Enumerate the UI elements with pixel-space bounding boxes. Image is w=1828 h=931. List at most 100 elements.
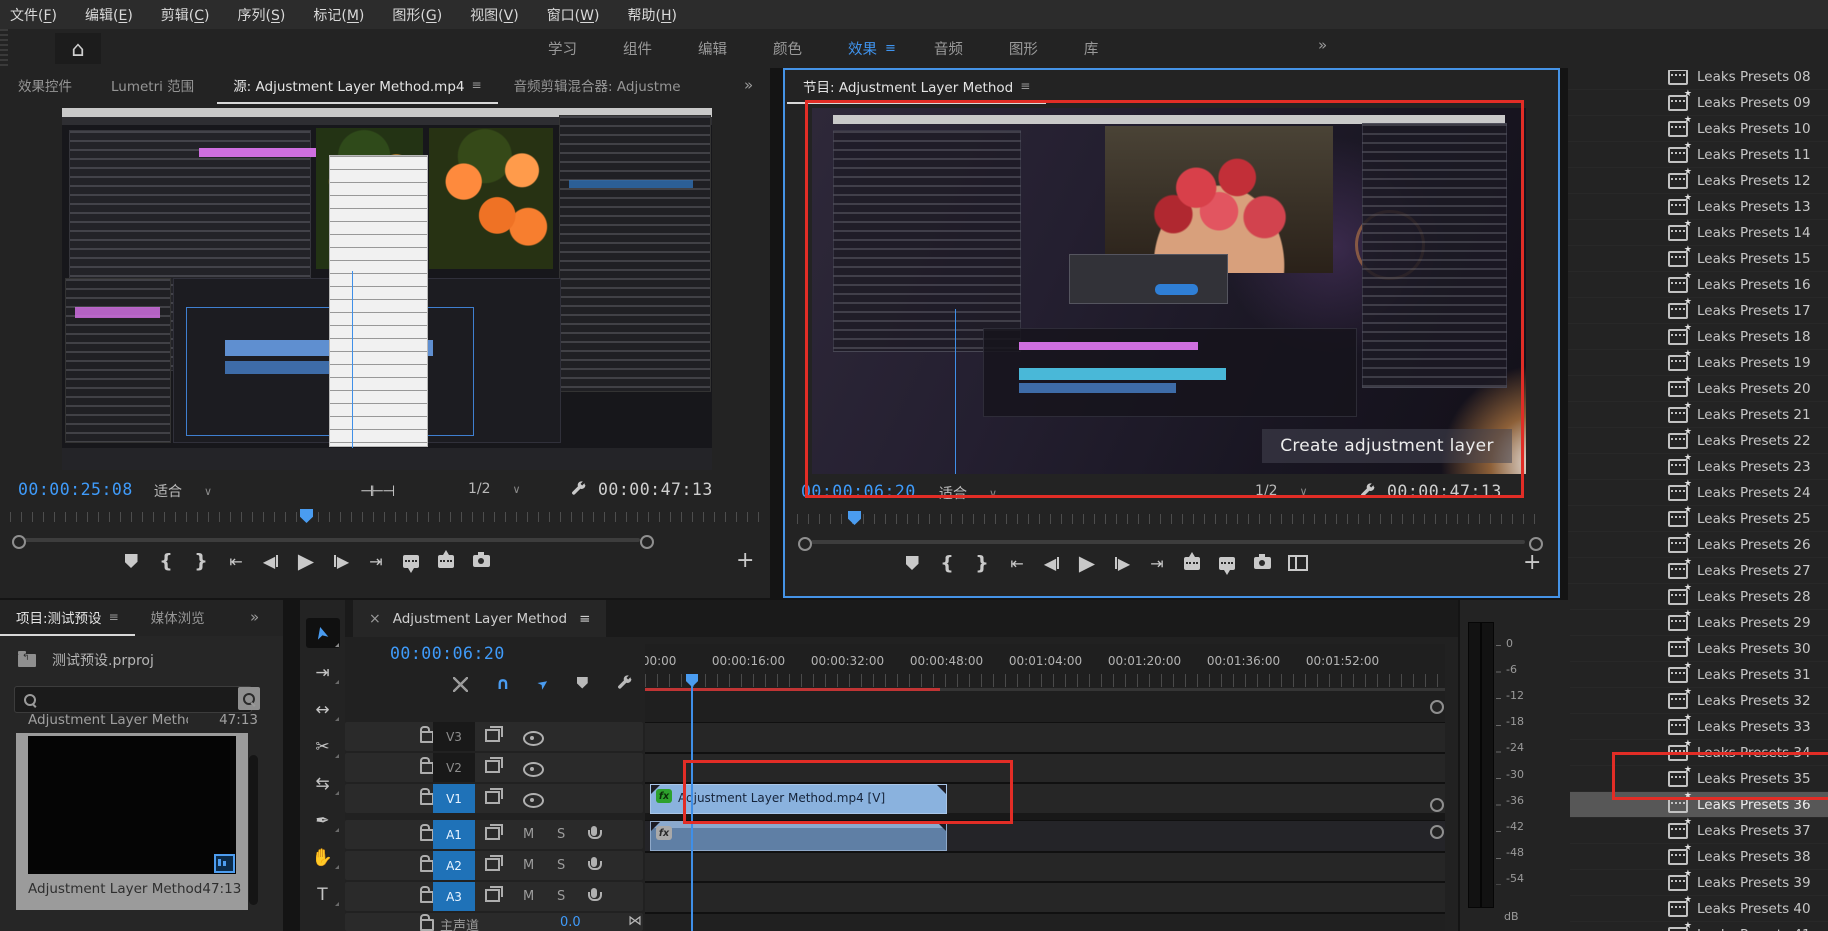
project-scrollbar[interactable] (249, 755, 258, 905)
close-icon[interactable]: × (369, 611, 381, 627)
preset-item[interactable]: ★Leaks Presets 32 (1568, 687, 1828, 713)
preset-item[interactable]: ★Leaks Presets 26 (1568, 531, 1828, 557)
tab-program-monitor[interactable]: 节目: Adjustment Layer Method≡ (787, 70, 1046, 104)
play-button[interactable]: ▶ (1078, 552, 1096, 574)
linked-selection-icon[interactable]: ➤ (534, 675, 552, 694)
track-header-a2[interactable]: A2 M S (345, 851, 643, 880)
preset-item[interactable]: ★Leaks Presets 29 (1568, 609, 1828, 635)
razor-tool[interactable]: ✂ (306, 735, 340, 759)
preset-item[interactable]: ★Leaks Presets 39 (1568, 869, 1828, 895)
source-settings-wrench-icon[interactable] (570, 480, 587, 501)
menu-item[interactable]: 序列(S) (238, 5, 286, 25)
source-zoom-select[interactable]: 适合∨ (146, 479, 220, 503)
mute-button[interactable]: M (523, 820, 534, 849)
panel-tabs-overflow[interactable]: » (250, 608, 259, 626)
workspace-tab-color[interactable]: 颜色 (773, 38, 810, 59)
sync-lock-icon[interactable] (485, 729, 500, 742)
zoom-handle-left[interactable] (12, 535, 26, 549)
preset-item[interactable]: ★Leaks Presets 25 (1568, 505, 1828, 531)
go-to-out-button[interactable]: ⇥ (1148, 552, 1166, 574)
tab-project[interactable]: 项目:测试预设≡ (0, 600, 135, 636)
mark-out-button[interactable]: } (192, 550, 210, 572)
mark-in-button[interactable]: { (157, 550, 175, 572)
program-scrubber[interactable] (797, 514, 1545, 524)
add-marker-icon[interactable] (577, 677, 588, 693)
track-select-forward-tool[interactable]: ⇥ (306, 661, 340, 685)
preset-item[interactable]: ★Leaks Presets 41 (1568, 921, 1828, 931)
preset-item[interactable]: ★Leaks Presets 18 (1568, 323, 1828, 349)
menu-item[interactable]: 文件(F) (10, 5, 57, 25)
menu-item[interactable]: 标记(M) (313, 5, 364, 25)
track-header-a3[interactable]: A3 M S (345, 882, 643, 911)
preset-item[interactable]: ★Leaks Presets 20 (1568, 375, 1828, 401)
add-marker-button[interactable] (903, 552, 921, 574)
track-header-v2[interactable]: V2 (345, 753, 643, 782)
preset-item[interactable]: ★Leaks Presets 12 (1568, 167, 1828, 193)
master-level-value[interactable]: 0.0 (560, 915, 581, 930)
workspace-tab-effects[interactable]: 效果≡ (848, 38, 896, 59)
sync-lock-icon[interactable] (485, 889, 500, 902)
preset-item[interactable]: ★Leaks Presets 23 (1568, 453, 1828, 479)
preset-item[interactable]: ★Leaks Presets 21 (1568, 401, 1828, 427)
timeline-scroll-handle[interactable] (1430, 825, 1444, 839)
step-back-button[interactable]: ◀ (1043, 552, 1061, 574)
workspace-tab-learn[interactable]: 学习 (548, 38, 585, 59)
step-forward-button[interactable]: ▶ (332, 550, 350, 572)
lock-icon[interactable] (420, 829, 434, 841)
preset-item[interactable]: ★Leaks Presets 37 (1568, 817, 1828, 843)
preset-item[interactable]: ★Leaks Presets 19 (1568, 349, 1828, 375)
export-frame-button[interactable] (1253, 552, 1271, 574)
tab-lumetri-scopes[interactable]: Lumetri 范围 (95, 68, 217, 104)
preset-item[interactable]: ★Leaks Presets 27 (1568, 557, 1828, 583)
lock-icon[interactable] (420, 919, 434, 931)
type-tool[interactable]: T (306, 883, 340, 907)
step-forward-button[interactable]: ▶ (1113, 552, 1131, 574)
mute-button[interactable]: M (523, 882, 534, 911)
go-to-out-button[interactable]: ⇥ (367, 550, 385, 572)
zoom-handle-right[interactable] (1529, 537, 1543, 551)
source-button-editor-plus[interactable]: + (736, 548, 754, 573)
sync-lock-icon[interactable] (485, 827, 500, 840)
source-zoom-scrollbar[interactable] (24, 538, 640, 542)
workspace-tab-audio[interactable]: 音频 (934, 38, 971, 59)
panel-tabs-overflow[interactable]: » (744, 76, 753, 94)
timeline-scroll-handle[interactable] (1430, 700, 1444, 714)
preset-item[interactable]: ★Leaks Presets 16 (1568, 271, 1828, 297)
ripple-edit-tool[interactable]: ↔ (306, 698, 340, 722)
audio-clip[interactable]: fx (650, 821, 947, 851)
project-search-input[interactable] (14, 686, 252, 713)
solo-button[interactable]: S (557, 882, 565, 911)
export-frame-button[interactable] (472, 550, 490, 572)
track-header-v3[interactable]: V3 (345, 722, 643, 751)
eye-icon[interactable] (523, 731, 544, 746)
preset-item[interactable]: ★Leaks Presets 17 (1568, 297, 1828, 323)
workspace-tab-assembly[interactable]: 组件 (623, 38, 660, 59)
extract-button[interactable] (1218, 552, 1236, 574)
menu-item[interactable]: 剪辑(C) (161, 5, 210, 25)
preset-item[interactable]: ★Leaks Presets 09 (1568, 89, 1828, 115)
slip-tool[interactable]: ⇆ (306, 772, 340, 796)
project-breadcrumb[interactable]: 测试预设.prproj (18, 650, 154, 670)
step-back-button[interactable]: ◀ (262, 550, 280, 572)
workspace-tab-libraries[interactable]: 库 (1084, 38, 1107, 59)
lock-icon[interactable] (420, 731, 434, 743)
timeline-ruler[interactable]: 00:00:0000:00:16:0000:00:32:0000:00:48:0… (645, 654, 1445, 668)
lock-icon[interactable] (420, 762, 434, 774)
preset-item[interactable]: ★Leaks Presets 40 (1568, 895, 1828, 921)
workspace-tab-editing[interactable]: 编辑 (698, 38, 735, 59)
add-marker-button[interactable] (122, 550, 140, 572)
zoom-handle-right[interactable] (640, 535, 654, 549)
project-filter-button[interactable] (238, 687, 260, 710)
master-track-header[interactable]: 主声道 0.0 ⋈ (345, 913, 643, 931)
eye-icon[interactable] (523, 793, 544, 808)
track-header-a1[interactable]: A1 M S (345, 820, 643, 849)
zoom-handle-left[interactable] (798, 537, 812, 551)
selection-tool[interactable]: ➤ (306, 618, 340, 648)
project-item-thumbnail[interactable]: Adjustment Layer Method 47:13 (16, 733, 248, 910)
preset-item[interactable]: ★Leaks Presets 24 (1568, 479, 1828, 505)
mic-icon[interactable] (591, 888, 597, 898)
lock-icon[interactable] (420, 860, 434, 872)
mic-icon[interactable] (591, 857, 597, 867)
preset-item[interactable]: ★Leaks Presets 14 (1568, 219, 1828, 245)
timeline-settings-wrench-icon[interactable] (616, 674, 633, 695)
